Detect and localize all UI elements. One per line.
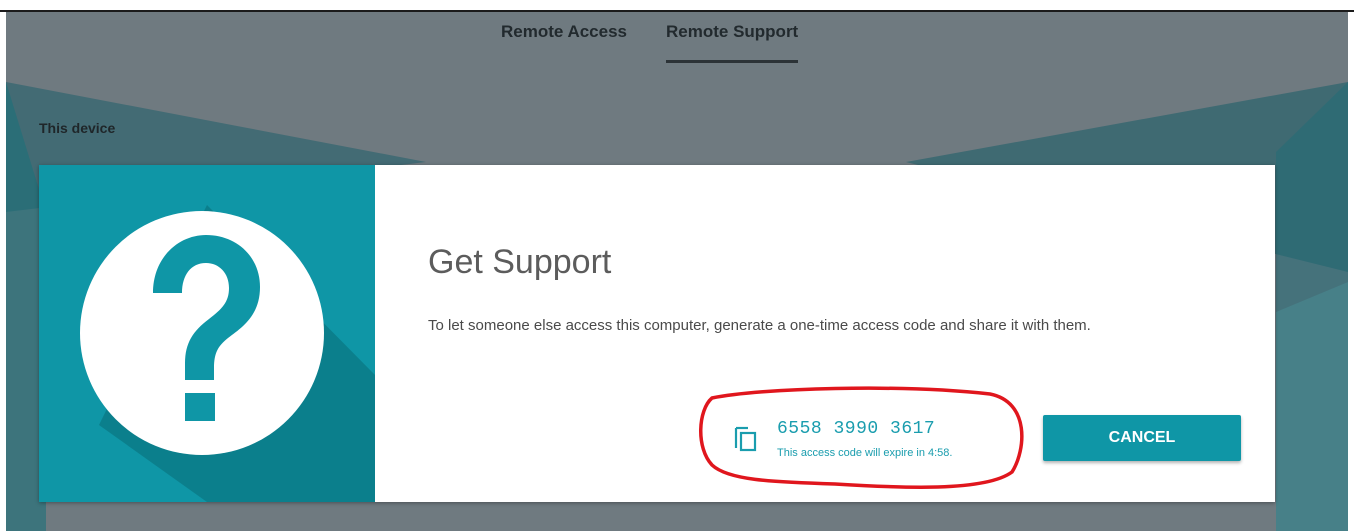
page: Remote Access Remote Support This device…	[0, 0, 1354, 531]
card-content: Get Support To let someone else access t…	[375, 165, 1275, 502]
tab-remote-support[interactable]: Remote Support	[666, 22, 799, 63]
hero-panel	[39, 165, 375, 502]
access-code-area: 6558 3990 3617 This access code will exp…	[733, 419, 973, 467]
get-support-card: Get Support To let someone else access t…	[39, 165, 1275, 502]
card-title: Get Support	[428, 243, 612, 281]
top-tab-bar: Remote Access Remote Support	[6, 12, 1348, 70]
expire-notice: This access code will expire in 4:58.	[777, 447, 953, 459]
card-description: To let someone else access this computer…	[428, 317, 1091, 334]
cancel-button[interactable]: CANCEL	[1043, 415, 1241, 461]
app-background: Remote Access Remote Support This device…	[6, 12, 1348, 531]
top-border	[0, 0, 1354, 12]
section-label: This device	[39, 120, 116, 136]
question-mark-icon	[80, 205, 375, 502]
copy-icon[interactable]	[733, 423, 759, 453]
tab-remote-access[interactable]: Remote Access	[501, 22, 627, 62]
access-code[interactable]: 6558 3990 3617	[777, 419, 935, 439]
